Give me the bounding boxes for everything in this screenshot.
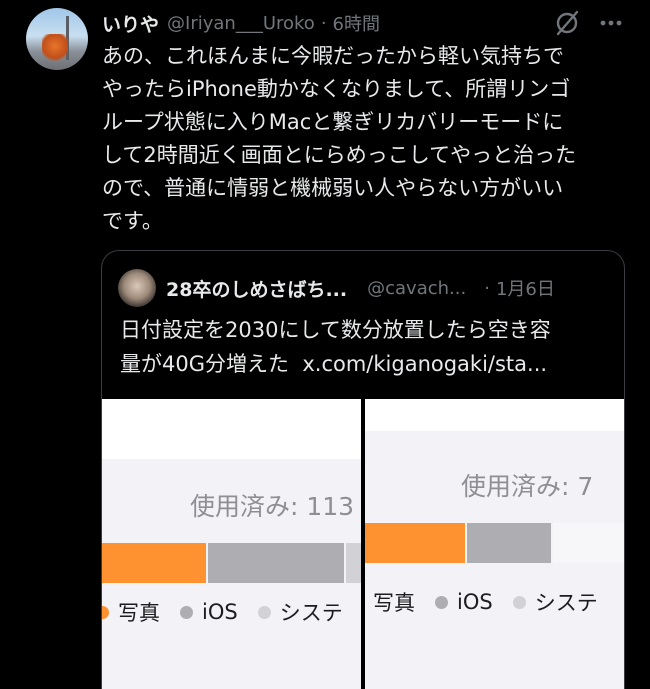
legend-dot-light [257,605,271,619]
storage-usage-text: 使用済み: 7 [461,472,594,501]
post-time[interactable]: 6時間 [333,10,380,36]
quoted-display-name[interactable]: 28卒のしめさばち... [166,275,347,302]
user-handle[interactable]: @Iriyan___Uroko [167,13,315,34]
tweet-header: いりや @Iriyan___Uroko · 6時間 [102,10,380,36]
quoted-tweet-card[interactable]: 28卒のしめさばち... @cavach... · 1月6日 日付設定を2030… [101,250,625,689]
legend-ios: iOS [180,600,238,624]
grok-icon[interactable] [552,10,582,36]
storage-bar-free [553,523,624,563]
legend-label: 写真 [373,591,415,615]
legend-label: iOS [202,600,238,624]
quoted-user-avatar[interactable] [118,269,156,307]
storage-bar-ios [467,523,551,563]
quoted-header-separator: · [484,277,490,299]
avatar-figure [42,34,68,64]
storage-bar-system [346,543,361,583]
screenshot-top-band [365,399,624,431]
tweet-text: あの、これほんまに今暇だったから軽い気持ちで やったらiPhone動かなくなりま… [102,44,577,233]
quoted-media[interactable]: 使用済み: 113 写真 iOS システ 使用済み: 7 写真 iOS システ [102,399,624,689]
legend-label: iOS [457,590,493,614]
legend-photos: 写真 [102,597,160,627]
storage-screenshot-left[interactable]: 使用済み: 113 写真 iOS システ [102,399,361,689]
quoted-post-time[interactable]: 1月6日 [496,275,555,301]
legend-system: システ [512,587,598,617]
more-icon[interactable] [596,10,626,36]
legend-label: システ [279,601,343,625]
user-avatar[interactable] [26,8,88,70]
quoted-user-handle[interactable]: @cavach... [367,278,466,299]
legend-photos: 写真 [373,587,415,617]
storage-legend: 写真 iOS システ [373,587,618,617]
storage-bar-photos [102,543,206,583]
legend-ios: iOS [435,590,493,614]
storage-bar-ios [208,543,344,583]
legend-label: 写真 [118,601,160,625]
header-separator: · [320,12,327,34]
legend-dot-orange [102,605,109,619]
storage-bar-photos [365,523,465,563]
legend-dot-gray [435,595,448,609]
quoted-tweet-text: 日付設定を2030にして数分放置したら空き容 量が40G分増えた x.com/k… [120,318,551,376]
display-name[interactable]: いりや [102,10,159,37]
quoted-tweet-header: 28卒のしめさばち... @cavach... · 1月6日 [166,273,555,303]
legend-label: システ [534,591,598,615]
storage-legend: 写真 iOS システ [102,597,361,627]
legend-dot-gray [180,605,193,619]
storage-screenshot-right[interactable]: 使用済み: 7 写真 iOS システ [365,399,624,689]
legend-system: システ [257,597,343,627]
storage-usage-text: 使用済み: 113 [190,492,355,521]
screenshot-top-band [102,399,361,459]
legend-dot-light [512,595,526,609]
